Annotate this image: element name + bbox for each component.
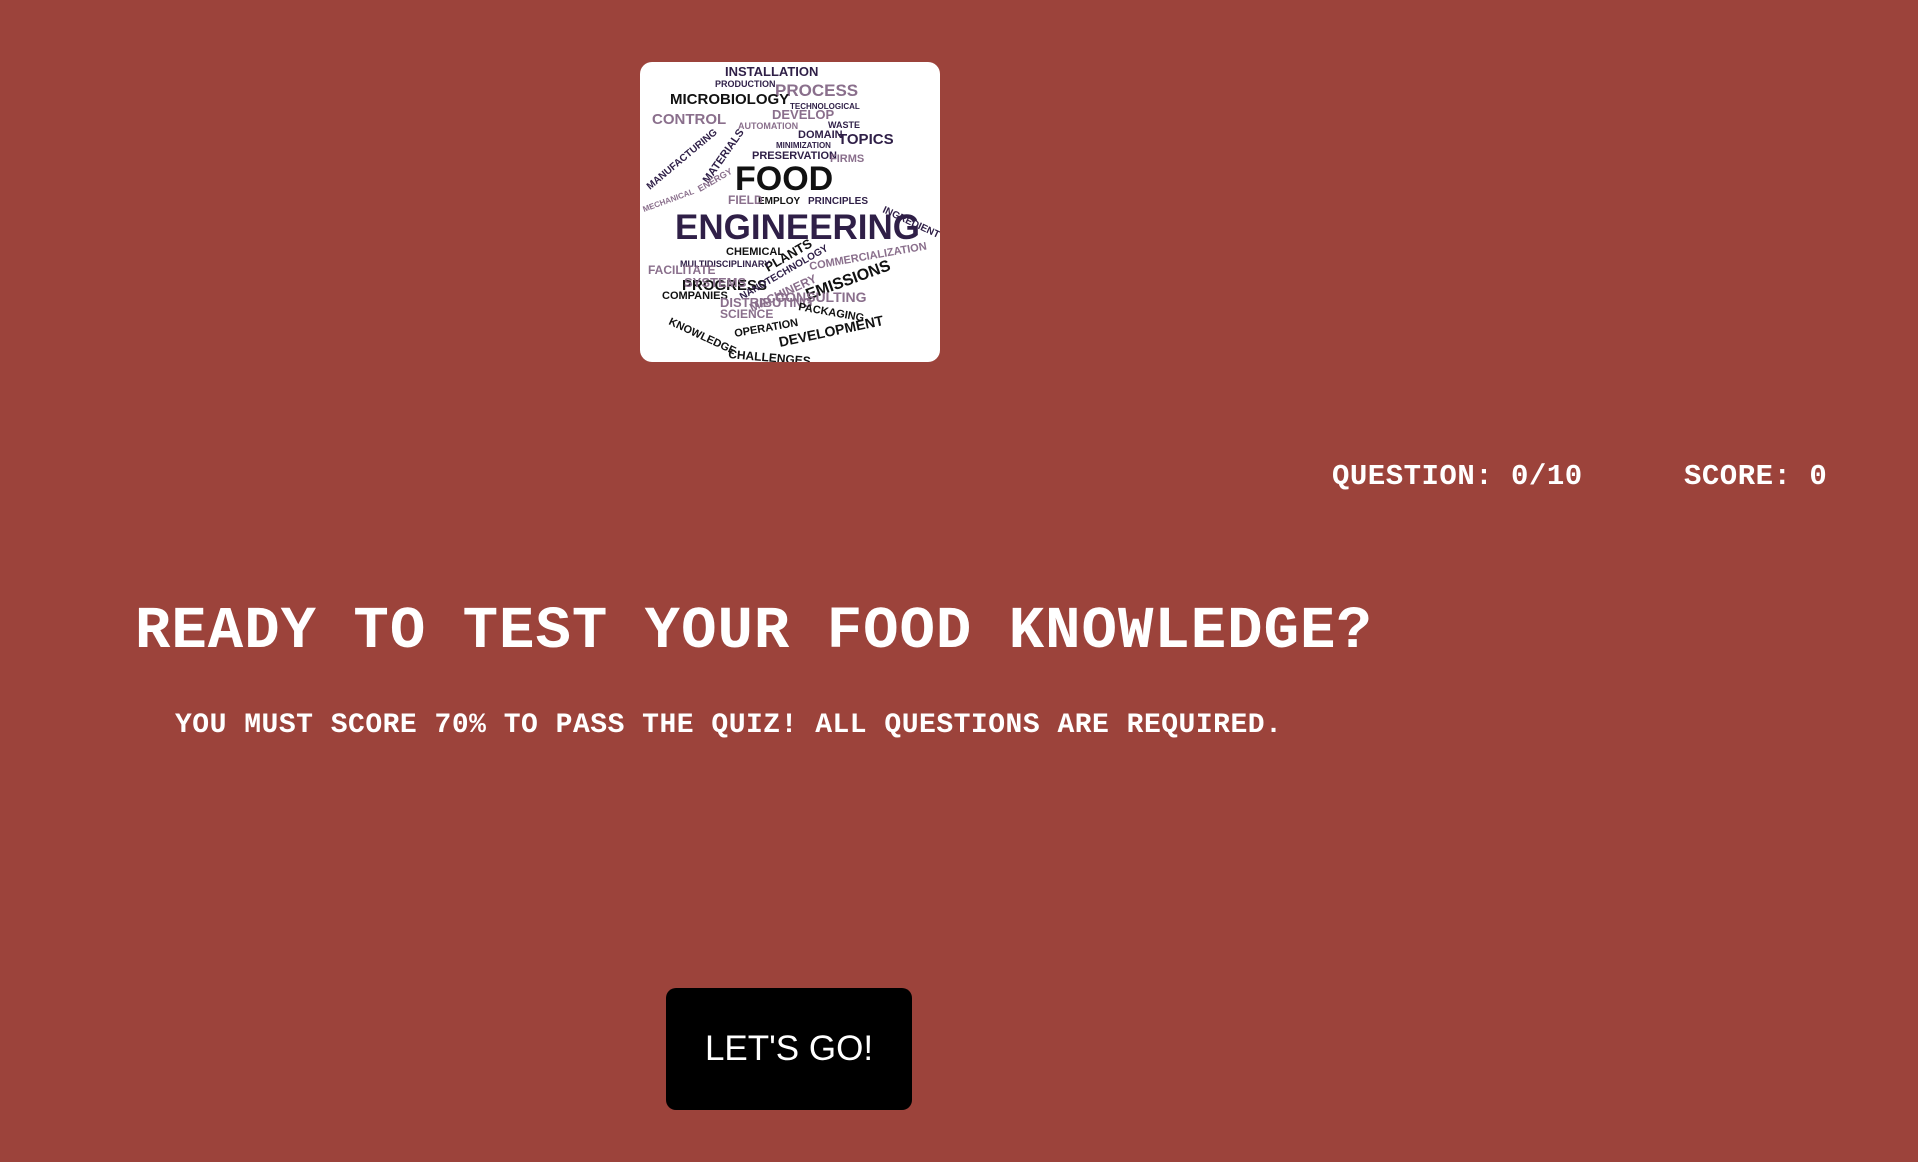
quiz-heading: READY TO TEST YOUR FOOD KNOWLEDGE?	[135, 598, 1373, 665]
logo-word: TOPICS	[838, 131, 894, 148]
logo-word: FIRMS	[830, 153, 864, 165]
logo-word: FIELD	[728, 193, 763, 207]
logo-word: CONSULTING	[775, 289, 867, 305]
logo-word: CONTROL	[652, 111, 726, 128]
logo-word: SYSTEMS	[684, 275, 746, 290]
start-quiz-button[interactable]: LET'S GO!	[666, 988, 912, 1110]
food-engineering-logo: INSTALLATION PRODUCTION PROCESS MICROBIO…	[640, 62, 940, 362]
logo-word: MINIMIZATION	[776, 141, 831, 150]
logo-word: SCIENCE	[720, 307, 773, 321]
logo-word: KNOWLEDGE	[667, 316, 738, 358]
logo-word: EMPLOY	[758, 196, 801, 207]
quiz-instructions: YOU MUST SCORE 70% TO PASS THE QUIZ! ALL…	[175, 710, 1283, 741]
logo-word: PRODUCTION	[715, 79, 776, 89]
logo-word: MICROBIOLOGY	[670, 91, 789, 108]
logo-word: CHALLENGES	[728, 347, 812, 362]
logo-word: AUTOMATION	[738, 121, 798, 131]
logo-word: COMPANIES	[662, 290, 728, 302]
logo-word: DEVELOP	[772, 107, 834, 122]
logo-word: INSTALLATION	[725, 64, 818, 79]
logo-word: PRINCIPLES	[808, 196, 868, 207]
score-counter: SCORE: 0	[1684, 460, 1828, 493]
logo-word: DOMAIN	[798, 129, 843, 141]
question-counter: QUESTION: 0/10	[1332, 460, 1583, 493]
